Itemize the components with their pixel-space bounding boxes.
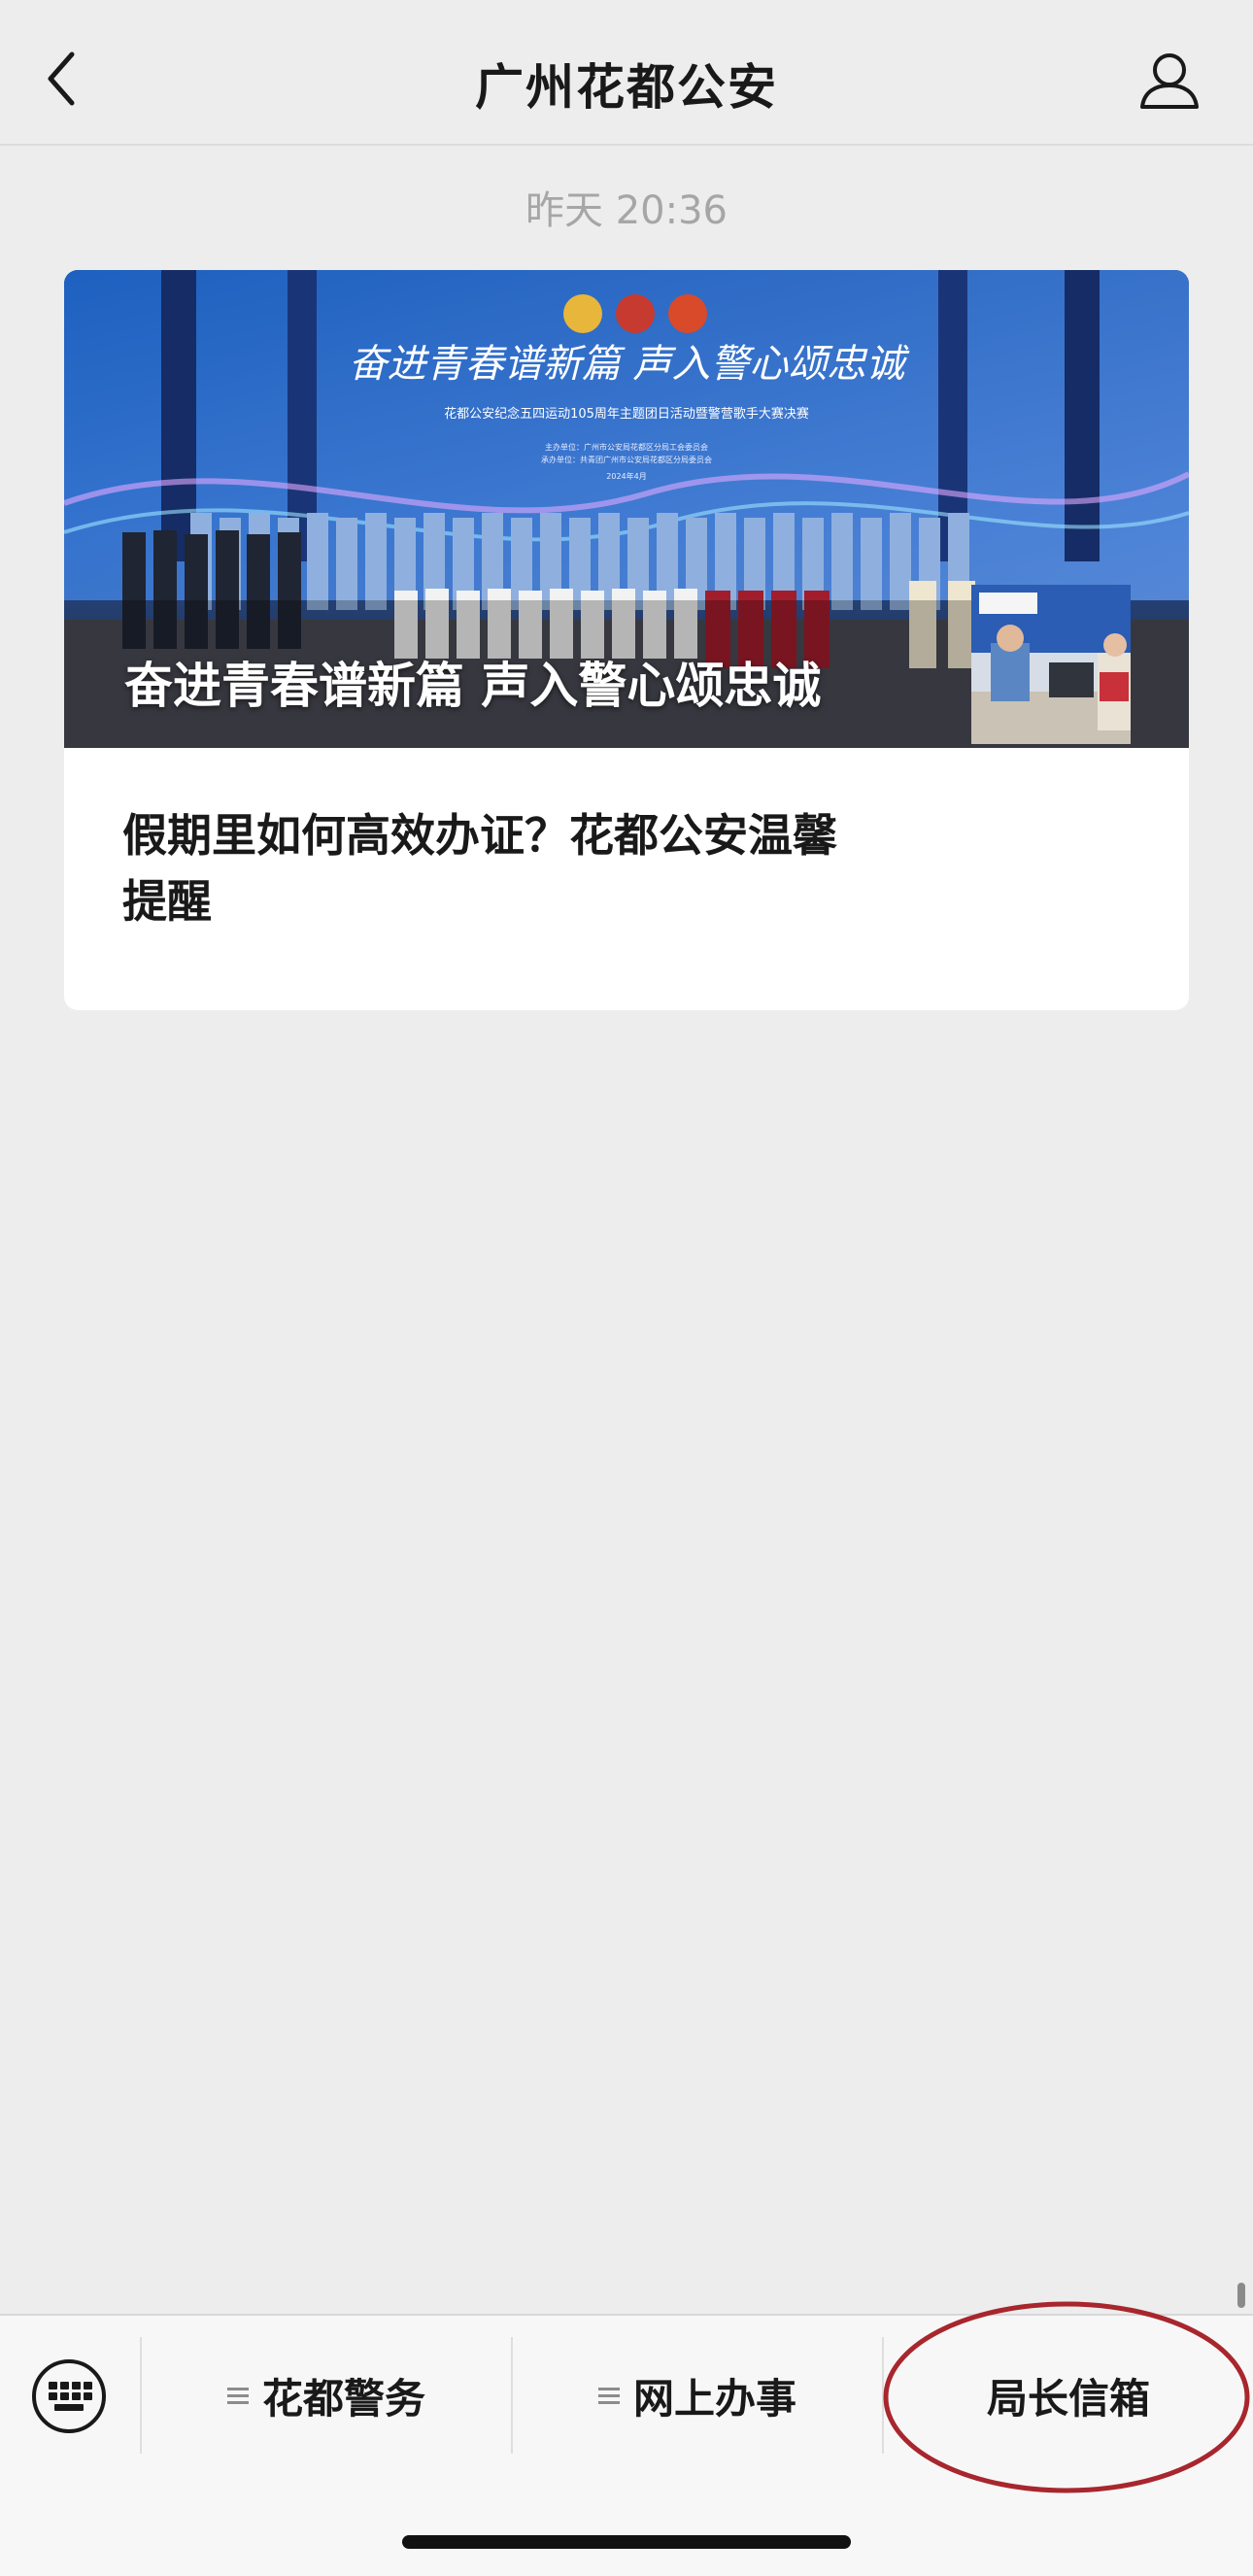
article-title-line2: 提醒 [122,875,212,928]
keyboard-toggle-button[interactable] [29,2356,109,2436]
person-icon [1140,53,1199,109]
article-card: 奋进青春谱新篇 声入警心颂忠诚 花都公安纪念五四运动105周年主题团日活动暨警营… [64,270,1189,1010]
keyboard-icon [32,2359,106,2433]
banner-organizer: 主办单位：广州市公安局花都区分局工会委员会 [545,442,708,452]
article-title-line1: 假期里如何高效办证？花都公安温馨 [122,809,837,862]
submenu-icon [226,2384,249,2408]
menu-item-label: 局长信箱 [986,2374,1150,2423]
banner-headline: 奋进青春谱新篇 声入警心颂忠诚 [349,342,911,387]
chat-page: 广州花都公安 昨天 20:36 奋进青春谱新篇 声入警心颂忠诚 花都公安纪念五四… [0,0,1253,2576]
nav-header: 广州花都公安 [0,0,1253,146]
menu-item-online-services[interactable]: 网上办事 [513,2335,882,2456]
hero-caption: 奋进青春谱新篇 声入警心颂忠诚 [124,658,822,714]
submenu-icon [597,2384,620,2408]
article-title: 假期里如何高效办证？花都公安温馨 提醒 [122,802,948,934]
profile-button[interactable] [1136,49,1202,113]
banner-co-organizer: 承办单位：共青团广州市公安局花都区分局委员会 [541,455,712,464]
home-indicator[interactable] [402,2535,851,2549]
page-title: 广州花都公安 [475,59,778,116]
message-timestamp: 昨天 20:36 [525,188,728,233]
article-thumbnail [971,585,1131,744]
scrollbar[interactable] [1237,2283,1245,2308]
banner-subtitle: 花都公安纪念五四运动105周年主题团日活动暨警营歌手大赛决赛 [444,406,809,422]
article-list-item[interactable]: 假期里如何高效办证？花都公安温馨 提醒 [64,748,1189,1010]
menu-item-label: 网上办事 [632,2374,796,2423]
menu-item-director-mailbox[interactable]: 局长信箱 [884,2335,1253,2456]
menu-item-huadu-police[interactable]: 花都警务 [142,2335,511,2456]
menu-item-label: 花都警务 [261,2374,425,2423]
banner-date: 2024年4月 [606,471,646,481]
